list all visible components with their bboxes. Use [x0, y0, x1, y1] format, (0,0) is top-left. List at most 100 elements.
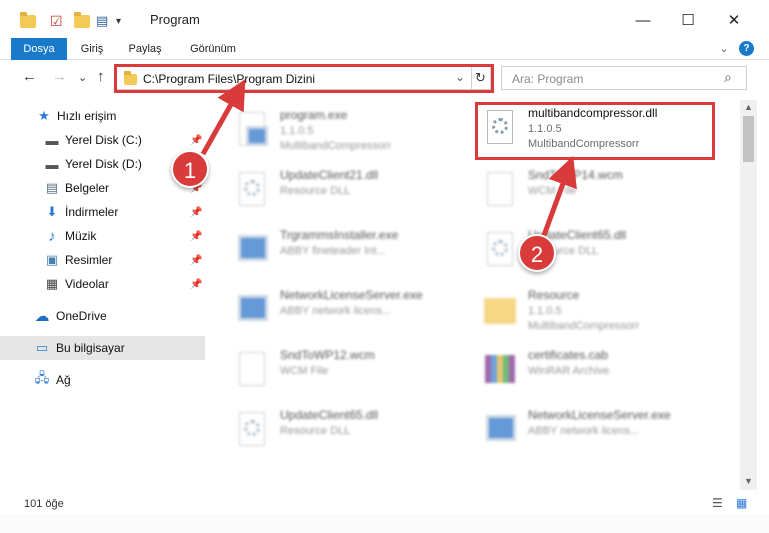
pin-icon: 📌 [190, 230, 203, 242]
file-item[interactable]: certificates.cab WinRAR Archive [482, 344, 722, 400]
ribbon-collapse-icon[interactable]: ⌄ [716, 38, 732, 60]
file-name: TrgrammsInstaller.exe [280, 228, 399, 242]
file-name: SndToWP14.wcm [528, 168, 623, 182]
star-icon: ★ [38, 108, 50, 123]
file-type: WCM File [280, 365, 329, 377]
scroll-up-icon[interactable]: ▲ [744, 102, 753, 112]
installer-icon [234, 110, 270, 150]
sidebar-item-resimler[interactable]: ▣ Resimler 📌 [0, 248, 205, 272]
computer-icon: ▭ [35, 340, 49, 355]
file-description: MultibandCompressorr [528, 320, 640, 332]
documents-icon: ▤ [45, 180, 59, 195]
file-name: UpdateClient65.dll [280, 408, 379, 422]
dll-gear-icon [482, 230, 518, 270]
file-item[interactable]: UpdateClient21.dll Resource DLL [234, 164, 474, 220]
app-window-icon [482, 410, 518, 450]
file-item[interactable]: NetworkLicenseServer.exe ABBY network li… [234, 284, 474, 340]
pin-icon: 📌 [190, 278, 203, 290]
minimize-button[interactable]: — [628, 6, 658, 34]
vertical-scrollbar[interactable]: ▲ ▼ [740, 100, 757, 490]
help-icon[interactable]: ? [739, 41, 754, 56]
pin-icon: 📌 [190, 254, 203, 266]
file-type: Resource DLL [280, 185, 351, 197]
sidebar-item-label: Ağ [56, 373, 71, 387]
sidebar-item-label: Müzik [65, 229, 97, 243]
status-bar: 101 öğe ☰ ▦ [0, 494, 769, 514]
annotation-badge-1: 1 [171, 150, 209, 188]
sidebar-item-label: Yerel Disk (C:) [65, 133, 142, 147]
new-folder-icon[interactable] [74, 10, 90, 32]
download-icon: ⬇ [46, 204, 58, 219]
file-version: 1.1.0.5 [280, 125, 314, 137]
drive-icon: ▬ [45, 156, 59, 172]
tab-dosya[interactable]: Dosya [11, 38, 67, 60]
back-arrow-icon[interactable]: ← [22, 68, 37, 85]
file-description: ABBY network licens... [528, 425, 640, 437]
file-highlight [475, 102, 715, 160]
file-item[interactable]: UpdateClient65.dll Resource DLL [234, 404, 474, 460]
recent-locations-icon[interactable]: ⌄ [78, 71, 87, 84]
scroll-thumb[interactable] [743, 116, 754, 162]
sidebar-item-label: Belgeler [65, 181, 110, 195]
file-type: WCM File [528, 185, 577, 197]
sidebar-item-label: Resimler [65, 253, 113, 267]
file-type: WinRAR Archive [528, 365, 610, 377]
sidebar-item-label: Yerel Disk (D:) [65, 157, 142, 171]
up-arrow-icon[interactable]: ↑ [97, 68, 105, 85]
quick-access-dropdown-icon[interactable]: ▾ [116, 10, 121, 32]
file-description: ABBY network licens... [280, 305, 392, 317]
tab-gorunum[interactable]: Görünüm [180, 38, 246, 60]
file-name: SndToWP12.wcm [280, 348, 375, 362]
file-item[interactable]: SndToWP12.wcm WCM File [234, 344, 474, 400]
sidebar-item-muzik[interactable]: ♪ Müzik 📌 [0, 224, 205, 248]
large-icons-view-icon[interactable]: ▦ [736, 496, 747, 510]
search-input[interactable]: Ara: Program [512, 72, 583, 86]
scroll-down-icon[interactable]: ▼ [744, 476, 753, 486]
file-item[interactable]: SndToWP14.wcm WCM File [482, 164, 722, 220]
close-button[interactable]: ✕ [719, 6, 749, 34]
window-bottom-edge [0, 514, 769, 533]
file-name: program.exe [280, 108, 348, 122]
item-count: 101 öğe [24, 498, 64, 510]
sidebar-item-quick-access[interactable]: ★ Hızlı erişim [0, 104, 205, 128]
file-item[interactable]: TrgrammsInstaller.exe ABBY fineteader In… [234, 224, 474, 280]
customize-icon[interactable]: ▤ [96, 10, 108, 32]
folder-icon [482, 290, 518, 330]
folder-icon [20, 10, 36, 32]
details-view-icon[interactable]: ☰ [712, 496, 723, 510]
file-name: NetworkLicenseServer.exe [528, 408, 671, 422]
sidebar-item-ag[interactable]: 🖧 Ağ [0, 368, 205, 392]
sidebar-item-disk-c[interactable]: ▬ Yerel Disk (C:) 📌 [0, 128, 205, 152]
annotation-badge-2: 2 [518, 234, 556, 272]
document-icon [234, 350, 270, 390]
cloud-icon: ☁ [34, 308, 50, 325]
sidebar-item-bu-bilgisayar[interactable]: ▭ Bu bilgisayar [0, 336, 205, 360]
address-highlight [114, 64, 494, 93]
file-description: MultibandCompressorr [280, 140, 392, 152]
music-icon: ♪ [48, 227, 56, 245]
sidebar-item-indirmeler[interactable]: ⬇ İndirmeler 📌 [0, 200, 205, 224]
pictures-icon: ▣ [45, 252, 59, 267]
pin-icon: 📌 [190, 134, 203, 146]
sidebar-item-videolar[interactable]: ▦ Videolar 📌 [0, 272, 205, 296]
ribbon: Dosya Giriş Paylaş Görünüm ⌄ ? [0, 38, 769, 60]
maximize-button[interactable]: ☐ [673, 6, 703, 34]
file-description: ABBY fineteader Int... [280, 245, 386, 257]
file-type: Resource DLL [280, 425, 351, 437]
properties-icon[interactable]: ☑ [50, 10, 63, 32]
dll-gear-icon [234, 410, 270, 450]
file-name: certificates.cab [528, 348, 609, 362]
sidebar-item-label: OneDrive [56, 309, 107, 323]
drive-icon: ▬ [45, 132, 59, 148]
search-box[interactable]: Ara: Program ⌕ [501, 66, 747, 90]
forward-arrow-icon[interactable]: → [52, 68, 67, 85]
search-icon[interactable]: ⌕ [724, 69, 732, 86]
sidebar-item-onedrive[interactable]: ☁ OneDrive [0, 304, 205, 328]
tab-giris[interactable]: Giriş [72, 38, 112, 60]
file-item[interactable]: Resource 1.1.0.5 MultibandCompressorr [482, 284, 722, 340]
tab-paylas[interactable]: Paylaş [122, 38, 168, 60]
archive-icon [482, 350, 518, 390]
file-item[interactable]: program.exe 1.1.0.5 MultibandCompressorr [234, 104, 474, 160]
document-icon [482, 170, 518, 210]
file-item[interactable]: NetworkLicenseServer.exe ABBY network li… [482, 404, 722, 460]
